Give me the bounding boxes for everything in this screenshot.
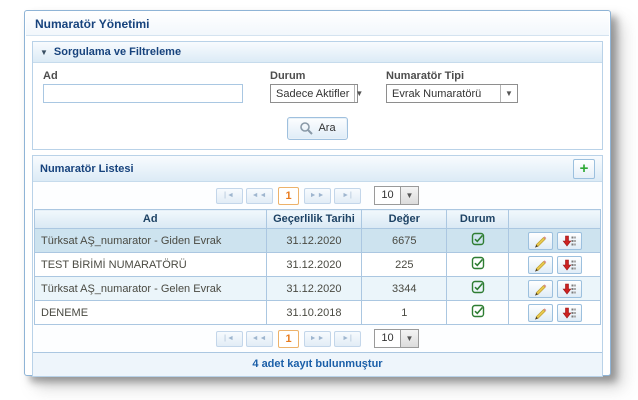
assign-number-button[interactable]: [557, 256, 582, 274]
last-page-button[interactable]: ►|: [334, 188, 361, 204]
collapse-icon[interactable]: ▼: [40, 48, 48, 57]
numarator-yonetimi-window: Numaratör Yönetimi ▼ Sorgulama ve Filtre…: [24, 10, 611, 376]
current-page-button[interactable]: 1: [278, 187, 299, 205]
active-check-icon: [471, 304, 485, 318]
page-title: Numaratör Yönetimi: [26, 12, 609, 36]
table-row[interactable]: TEST BİRİMİ NUMARATÖRÜ 31.12.2020 225: [35, 253, 601, 277]
numarator-tipi-select[interactable]: Evrak Numaratörü ▼: [386, 84, 518, 103]
header-ad[interactable]: Ad: [35, 210, 267, 229]
durum-select[interactable]: Sadece Aktifler ▼: [270, 84, 358, 103]
page-size-value: 10: [374, 186, 401, 205]
cell-ad: TEST BİRİMİ NUMARATÖRÜ: [35, 253, 267, 277]
page-size-value: 10: [374, 329, 401, 348]
chevron-down-icon[interactable]: ▼: [401, 329, 419, 348]
record-count-status: 4 adet kayıt bulunmuştur: [33, 352, 602, 376]
active-check-icon: [471, 256, 485, 270]
filter-panel-title: Sorgulama ve Filtreleme: [54, 46, 181, 58]
search-button-label: Ara: [318, 122, 335, 134]
assign-number-icon: [561, 258, 577, 272]
header-actions: [509, 210, 601, 229]
current-page-button[interactable]: 1: [278, 330, 299, 348]
edit-button[interactable]: [528, 304, 553, 322]
cell-ad: Türksat AŞ_numarator - Gelen Evrak: [35, 277, 267, 301]
field-numarator-tipi: Numaratör Tipi Evrak Numaratörü ▼: [386, 70, 518, 103]
cell-deger: 6675: [362, 229, 447, 253]
header-tarih[interactable]: Geçerlilik Tarihi: [266, 210, 362, 229]
next-page-button[interactable]: ►►: [304, 331, 331, 347]
pencil-icon: [532, 233, 548, 249]
list-panel-title: Numaratör Listesi: [40, 163, 134, 175]
add-numarator-button[interactable]: +: [573, 159, 595, 179]
cell-tarih: 31.12.2020: [266, 229, 362, 253]
assign-number-button[interactable]: [557, 232, 582, 250]
paginator-top: |◄ ◄◄ 1 ►► ►| 10 ▼: [33, 182, 602, 209]
cell-actions: [509, 253, 601, 277]
cell-deger: 225: [362, 253, 447, 277]
cell-durum: [447, 301, 509, 325]
page-size-select[interactable]: 10 ▼: [374, 329, 419, 348]
numarator-tipi-select-value: Evrak Numaratörü: [387, 88, 500, 100]
page-size-select[interactable]: 10 ▼: [374, 186, 419, 205]
ad-input[interactable]: [43, 84, 243, 103]
first-page-button[interactable]: |◄: [216, 331, 243, 347]
field-ad: Ad: [43, 70, 243, 103]
pencil-icon: [532, 257, 548, 273]
next-page-button[interactable]: ►►: [304, 188, 331, 204]
chevron-down-icon[interactable]: ▼: [500, 85, 517, 102]
cell-durum: [447, 277, 509, 301]
filter-panel: ▼ Sorgulama ve Filtreleme Ad Durum Sadec…: [32, 41, 603, 150]
prev-page-button[interactable]: ◄◄: [246, 331, 273, 347]
durum-select-value: Sadece Aktifler: [271, 88, 354, 100]
cell-ad: Türksat AŞ_numarator - Giden Evrak: [35, 229, 267, 253]
header-deger[interactable]: Değer: [362, 210, 447, 229]
cell-actions: [509, 229, 601, 253]
assign-number-icon: [561, 234, 577, 248]
last-page-button[interactable]: ►|: [334, 331, 361, 347]
list-panel: Numaratör Listesi + |◄ ◄◄ 1 ►► ►| 10 ▼ A…: [32, 155, 603, 377]
table-row[interactable]: Türksat AŞ_numarator - Gelen Evrak 31.12…: [35, 277, 601, 301]
cell-tarih: 31.10.2018: [266, 301, 362, 325]
chevron-down-icon[interactable]: ▼: [354, 85, 363, 102]
cell-actions: [509, 277, 601, 301]
cell-deger: 3344: [362, 277, 447, 301]
cell-actions: [509, 301, 601, 325]
edit-button[interactable]: [528, 232, 553, 250]
table-row[interactable]: Türksat AŞ_numarator - Giden Evrak 31.12…: [35, 229, 601, 253]
cell-deger: 1: [362, 301, 447, 325]
filter-body: Ad Durum Sadece Aktifler ▼ Numaratör Tip…: [33, 63, 602, 149]
assign-number-button[interactable]: [557, 280, 582, 298]
prev-page-button[interactable]: ◄◄: [246, 188, 273, 204]
edit-button[interactable]: [528, 256, 553, 274]
assign-number-button[interactable]: [557, 304, 582, 322]
durum-label: Durum: [270, 70, 358, 82]
active-check-icon: [471, 232, 485, 246]
pencil-icon: [532, 305, 548, 321]
first-page-button[interactable]: |◄: [216, 188, 243, 204]
chevron-down-icon[interactable]: ▼: [401, 186, 419, 205]
cell-tarih: 31.12.2020: [266, 253, 362, 277]
cell-ad: DENEME: [35, 301, 267, 325]
filter-panel-header[interactable]: ▼ Sorgulama ve Filtreleme: [33, 42, 602, 63]
active-check-icon: [471, 280, 485, 294]
pencil-icon: [532, 281, 548, 297]
ad-label: Ad: [43, 70, 243, 82]
header-durum[interactable]: Durum: [447, 210, 509, 229]
list-panel-header: Numaratör Listesi +: [33, 156, 602, 182]
numarator-table: Ad Geçerlilik Tarihi Değer Durum Türksat…: [34, 209, 601, 325]
assign-number-icon: [561, 306, 577, 320]
paginator-bottom: |◄ ◄◄ 1 ►► ►| 10 ▼: [33, 325, 602, 352]
search-button[interactable]: Ara: [287, 117, 347, 140]
cell-durum: [447, 253, 509, 277]
search-icon: [299, 121, 313, 135]
cell-tarih: 31.12.2020: [266, 277, 362, 301]
cell-durum: [447, 229, 509, 253]
table-header-row: Ad Geçerlilik Tarihi Değer Durum: [35, 210, 601, 229]
numarator-tipi-label: Numaratör Tipi: [386, 70, 518, 82]
table-row[interactable]: DENEME 31.10.2018 1: [35, 301, 601, 325]
assign-number-icon: [561, 282, 577, 296]
edit-button[interactable]: [528, 280, 553, 298]
field-durum: Durum Sadece Aktifler ▼: [270, 70, 358, 103]
